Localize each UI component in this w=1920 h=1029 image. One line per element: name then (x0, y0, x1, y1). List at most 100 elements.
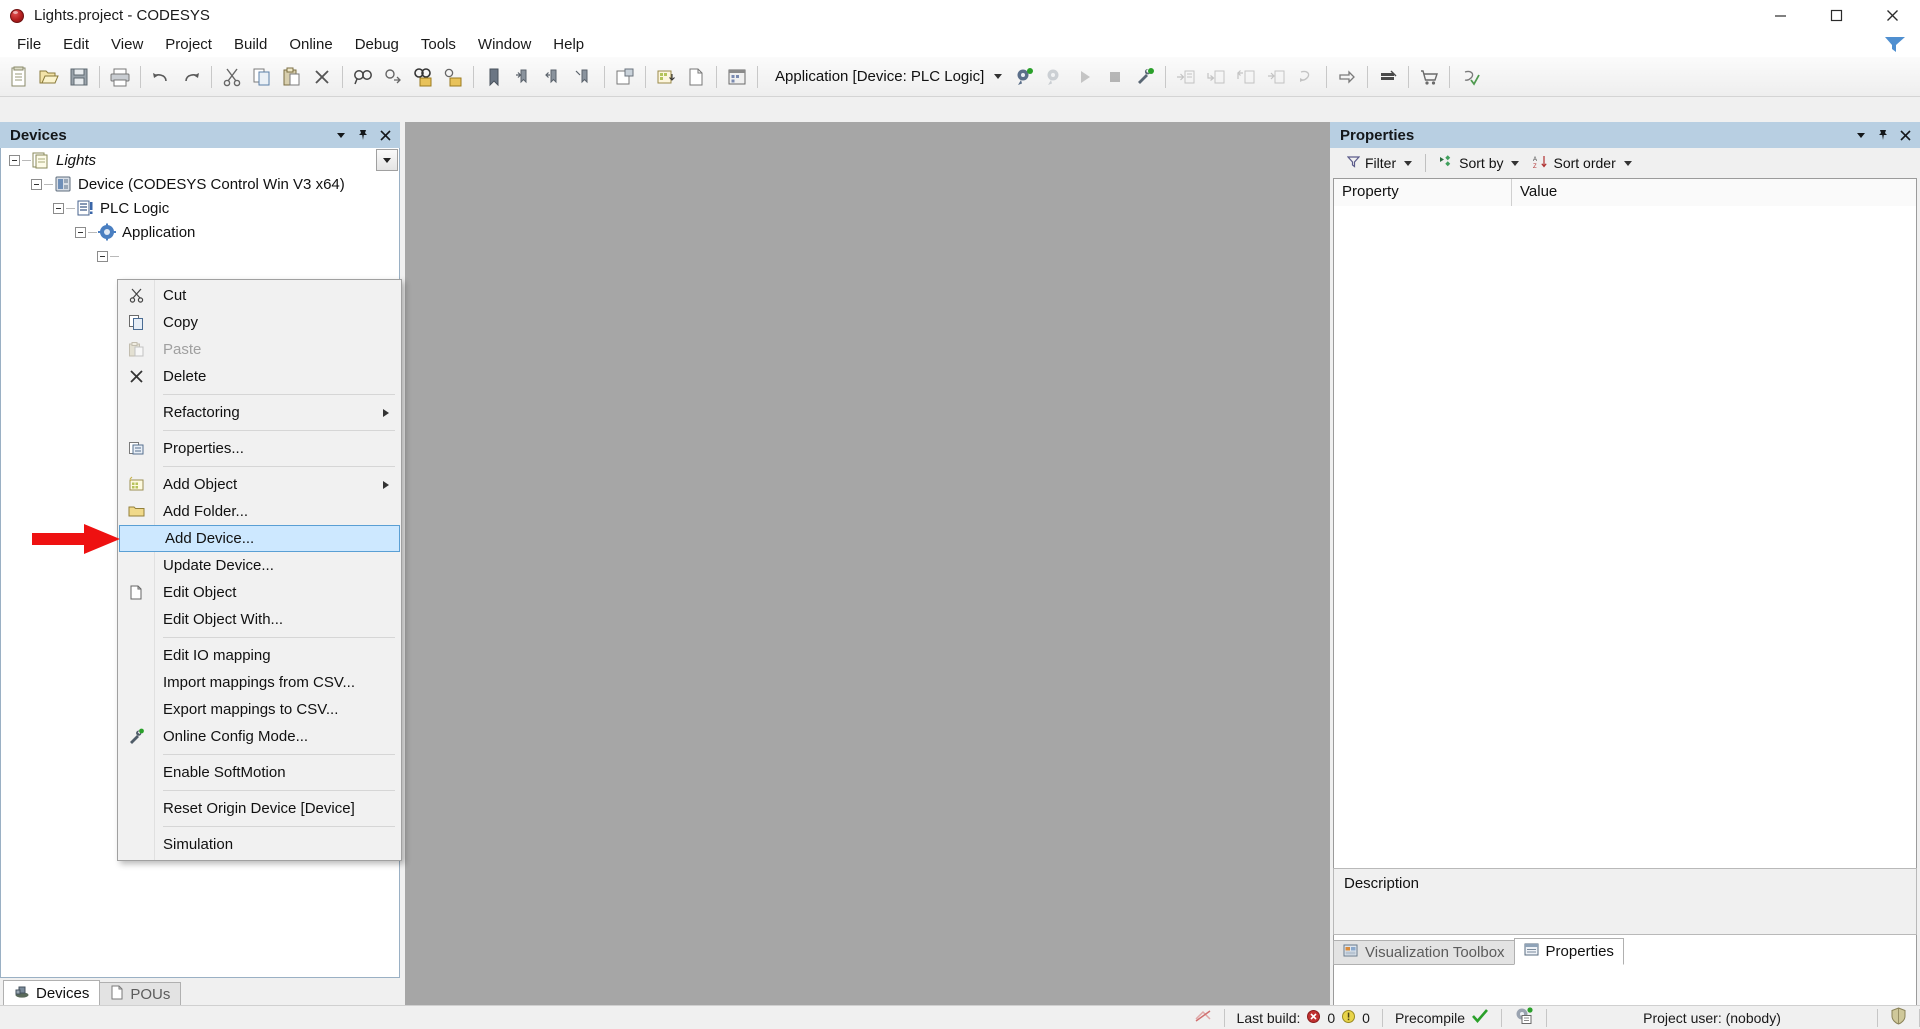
next-bookmark-icon[interactable] (509, 62, 539, 92)
tree-item-application[interactable]: Application (1, 220, 399, 244)
logout-icon[interactable] (1040, 62, 1070, 92)
device-context-menu[interactable]: Cut Copy (117, 279, 402, 861)
bookmark-icon[interactable] (479, 62, 509, 92)
expander-icon[interactable] (7, 153, 22, 168)
chevron-down-icon[interactable] (330, 124, 352, 146)
expander-icon[interactable] (51, 201, 66, 216)
device-tree-icon[interactable] (722, 62, 752, 92)
tree-item-device[interactable]: Device (CODESYS Control Win V3 x64) (1, 172, 399, 196)
sort-order-button[interactable]: A Z Sort order (1526, 152, 1638, 175)
open-project-icon[interactable] (34, 62, 64, 92)
context-menu-item-export-mappings[interactable]: Export mappings to CSV... (118, 696, 401, 723)
tab-devices[interactable]: Devices (3, 980, 100, 1007)
project-user-status[interactable]: Project user: (nobody) (1547, 1006, 1877, 1029)
undo-icon[interactable] (146, 62, 176, 92)
close-icon[interactable] (1894, 124, 1916, 146)
filter-flag-icon[interactable] (1882, 34, 1908, 54)
menu-tools[interactable]: Tools (410, 33, 467, 56)
menu-help[interactable]: Help (542, 33, 595, 56)
filter-button[interactable]: Filter (1340, 152, 1419, 174)
step-into-icon[interactable] (1201, 62, 1231, 92)
expander-icon[interactable] (95, 249, 110, 264)
menu-build[interactable]: Build (223, 33, 278, 56)
find-icon[interactable] (348, 62, 378, 92)
find-next-icon[interactable] (378, 62, 408, 92)
project-connection-status[interactable] (1502, 1006, 1546, 1029)
menu-project[interactable]: Project (154, 33, 223, 56)
find-replace-icon[interactable] (408, 62, 438, 92)
cut-icon[interactable] (217, 62, 247, 92)
application-selector[interactable]: Application [Device: PLC Logic] (767, 64, 1006, 90)
close-button[interactable] (1864, 0, 1920, 31)
maximize-button[interactable] (1808, 0, 1864, 31)
context-menu-item-enable-softmotion[interactable]: Enable SoftMotion (118, 759, 401, 786)
context-menu-item-edit-object-with[interactable]: Edit Object With... (118, 606, 401, 633)
menu-file[interactable]: File (6, 33, 52, 56)
expander-icon[interactable] (29, 177, 44, 192)
menu-online[interactable]: Online (278, 33, 343, 56)
column-header-value[interactable]: Value (1512, 179, 1916, 206)
prev-bookmark-icon[interactable] (539, 62, 569, 92)
set-next-statement-icon[interactable] (1291, 62, 1321, 92)
config-icon[interactable] (1130, 62, 1160, 92)
context-menu-item-delete[interactable]: Delete (118, 363, 401, 390)
sort-by-button[interactable]: Sort by (1432, 152, 1526, 174)
clear-bookmarks-icon[interactable] (569, 62, 599, 92)
context-menu-item-cut[interactable]: Cut (118, 282, 401, 309)
expander-icon[interactable] (73, 225, 88, 240)
context-menu-item-online-config-mode[interactable]: Online Config Mode... (118, 723, 401, 750)
minimize-button[interactable] (1752, 0, 1808, 31)
context-menu-item-simulation[interactable]: Simulation (118, 831, 401, 858)
tab-visualization-toolbox[interactable]: Visualization Toolbox (1333, 940, 1515, 965)
close-icon[interactable] (374, 124, 396, 146)
replace-next-icon[interactable] (438, 62, 468, 92)
menu-edit[interactable]: Edit (52, 33, 100, 56)
copy-icon[interactable] (247, 62, 277, 92)
build-icon[interactable] (610, 62, 640, 92)
context-menu-item-add-object[interactable]: Add Object (118, 471, 401, 498)
chevron-down-icon[interactable] (1850, 124, 1872, 146)
step-out-icon[interactable] (1231, 62, 1261, 92)
save-project-icon[interactable] (64, 62, 94, 92)
stop-icon[interactable] (1100, 62, 1130, 92)
login-icon[interactable] (1010, 62, 1040, 92)
flow-control-icon[interactable] (1455, 62, 1485, 92)
tree-item-lights[interactable]: Lights (1, 148, 399, 172)
tab-pous[interactable]: POUs (99, 982, 181, 1007)
menu-view[interactable]: View (100, 33, 154, 56)
new-project-icon[interactable] (4, 62, 34, 92)
security-status[interactable] (1878, 1006, 1919, 1029)
context-menu-item-copy[interactable]: Copy (118, 309, 401, 336)
column-header-property[interactable]: Property (1334, 179, 1512, 206)
delete-icon[interactable] (307, 62, 337, 92)
context-menu-item-properties[interactable]: Properties... (118, 435, 401, 462)
breakpoint-icon[interactable] (1373, 62, 1403, 92)
menu-debug[interactable]: Debug (344, 33, 410, 56)
context-menu-item-edit-io-mapping[interactable]: Edit IO mapping (118, 642, 401, 669)
new-object-icon[interactable] (681, 62, 711, 92)
context-menu-item-refactoring[interactable]: Refactoring (118, 399, 401, 426)
precompile-status[interactable]: Precompile (1383, 1006, 1501, 1029)
tree-item-node[interactable] (1, 244, 399, 268)
generate-code-icon[interactable] (651, 62, 681, 92)
context-menu-item-reset-origin-device[interactable]: Reset Origin Device [Device] (118, 795, 401, 822)
tree-item-plc-logic[interactable]: PLC Logic (1, 196, 399, 220)
context-menu-item-add-device[interactable]: Add Device... (119, 525, 400, 552)
tree-dropdown-button[interactable] (376, 149, 398, 171)
run-to-cursor-icon[interactable] (1261, 62, 1291, 92)
context-menu-item-import-mappings[interactable]: Import mappings from CSV... (118, 669, 401, 696)
no-build-status[interactable] (1182, 1006, 1224, 1029)
context-menu-item-add-folder[interactable]: Add Folder... (118, 498, 401, 525)
start-icon[interactable] (1070, 62, 1100, 92)
redo-icon[interactable] (176, 62, 206, 92)
pin-icon[interactable] (352, 124, 374, 146)
step-over-icon[interactable] (1171, 62, 1201, 92)
tab-properties[interactable]: Properties (1514, 938, 1624, 965)
context-menu-item-update-device[interactable]: Update Device... (118, 552, 401, 579)
context-menu-item-edit-object[interactable]: Edit Object (118, 579, 401, 606)
print-icon[interactable] (105, 62, 135, 92)
show-next-statement-icon[interactable] (1332, 62, 1362, 92)
last-build-status[interactable]: Last build: 0 0 (1225, 1006, 1382, 1029)
pin-icon[interactable] (1872, 124, 1894, 146)
menu-window[interactable]: Window (467, 33, 542, 56)
